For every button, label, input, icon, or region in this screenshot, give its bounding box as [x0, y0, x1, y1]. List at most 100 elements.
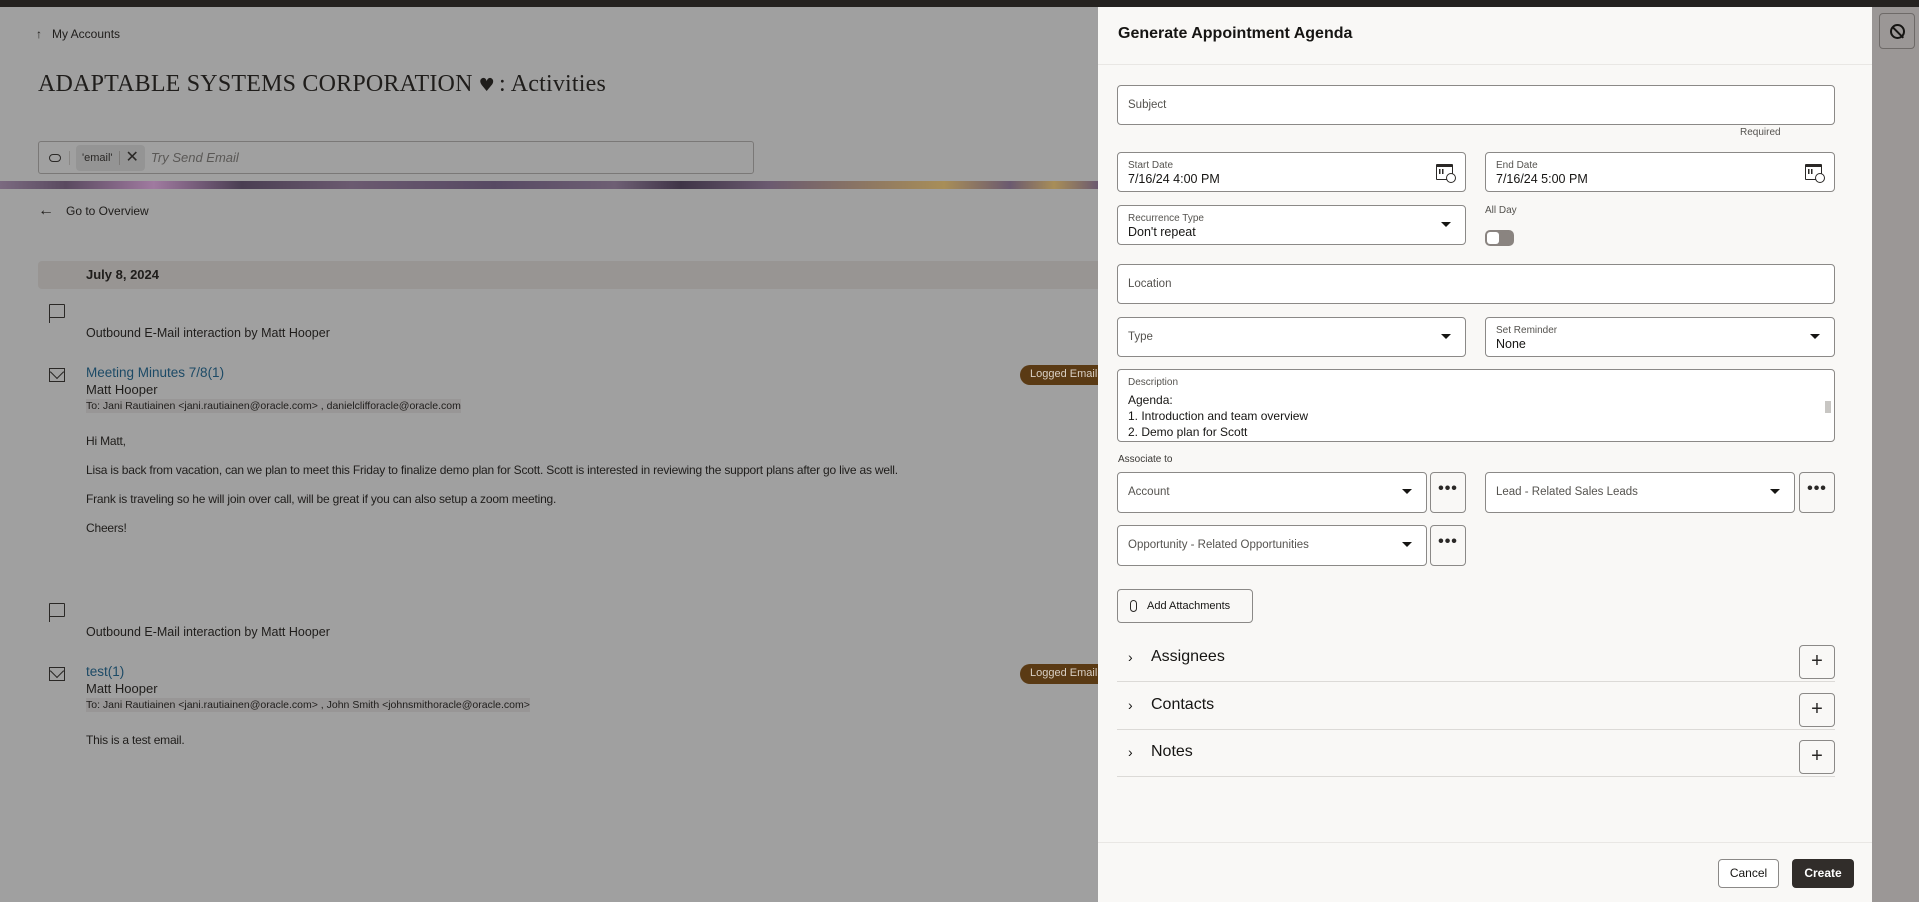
email-body-line: Lisa is back from vacation, can we plan …	[86, 463, 898, 477]
filter-chip-label: 'email'	[82, 151, 113, 164]
opportunity-select[interactable]: Opportunity - Related Opportunities	[1117, 525, 1427, 566]
section-title: Contacts	[1151, 696, 1215, 713]
set-reminder-label: Set Reminder	[1496, 325, 1558, 336]
block-button[interactable]	[1879, 13, 1915, 49]
opportunity-more-button[interactable]: •••	[1430, 525, 1466, 566]
end-date-label: End Date	[1496, 160, 1538, 171]
section-assignees[interactable]: › Assignees +	[1117, 635, 1835, 682]
chevron-down-icon	[1402, 542, 1412, 547]
chevron-right-icon[interactable]: ›	[1128, 649, 1133, 665]
type-select[interactable]: Type	[1117, 317, 1466, 357]
section-contacts[interactable]: › Contacts +	[1117, 683, 1835, 730]
add-attachments-button[interactable]: Add Attachments	[1117, 589, 1253, 623]
end-date-value: 7/16/24 5:00 PM	[1496, 172, 1588, 186]
set-reminder-value: None	[1496, 337, 1526, 351]
create-button[interactable]: Create	[1792, 859, 1854, 888]
end-date-field[interactable]: End Date 7/16/24 5:00 PM	[1485, 152, 1835, 192]
description-textarea[interactable]: Description Agenda: 1. Introduction and …	[1117, 369, 1835, 442]
add-note-button[interactable]: +	[1799, 740, 1835, 774]
email-author: Matt Hooper	[86, 382, 158, 397]
chevron-down-icon	[1441, 334, 1451, 339]
filter-chip: 'email' ✕	[76, 144, 145, 171]
arrow-left-icon: ←	[38, 202, 54, 219]
start-date-field[interactable]: Start Date 7/16/24 4:00 PM	[1117, 152, 1466, 192]
required-hint: Required	[1740, 127, 1781, 138]
account-more-button[interactable]: •••	[1430, 472, 1466, 513]
description-text: Agenda: 1. Introduction and team overvie…	[1128, 392, 1308, 440]
email-subject-link[interactable]: test(1)	[86, 664, 124, 679]
close-icon[interactable]: ✕	[126, 149, 139, 166]
associate-to-label: Associate to	[1118, 454, 1173, 465]
add-attachments-label: Add Attachments	[1147, 600, 1231, 612]
activities-page: ↑ My Accounts ADAPTABLE SYSTEMS CORPORAT…	[0, 7, 1098, 902]
add-assignee-button[interactable]: +	[1799, 645, 1835, 679]
page-title: ADAPTABLE SYSTEMS CORPORATION ♥: Activiti…	[38, 71, 606, 98]
right-strip	[1872, 7, 1919, 902]
section-notes[interactable]: › Notes +	[1117, 730, 1835, 777]
top-bar	[0, 0, 1919, 7]
logged-email-badge: Logged Email	[1020, 365, 1098, 385]
heart-icon[interactable]: ♥	[479, 75, 495, 96]
drawer-header: Generate Appointment Agenda	[1098, 7, 1872, 65]
lead-more-button[interactable]: •••	[1799, 472, 1835, 513]
divider	[118, 150, 120, 165]
account-name: ADAPTABLE SYSTEMS CORPORATION	[38, 71, 473, 97]
location-field[interactable]: Location	[1117, 264, 1835, 304]
subject-field[interactable]: Subject	[1117, 85, 1835, 125]
date-label: July 8, 2024	[86, 267, 159, 282]
chat-icon	[48, 304, 65, 323]
chevron-right-icon[interactable]: ›	[1128, 744, 1133, 760]
mail-icon	[49, 368, 65, 382]
mail-icon	[49, 667, 65, 681]
drawer-title: Generate Appointment Agenda	[1118, 25, 1353, 42]
description-scrollbar[interactable]	[1825, 392, 1831, 434]
search-input[interactable]: Try Send Email	[151, 150, 239, 165]
lead-placeholder: Lead - Related Sales Leads	[1496, 486, 1638, 498]
description-line: 2. Demo plan for Scott	[1128, 425, 1248, 439]
start-date-value: 7/16/24 4:00 PM	[1128, 172, 1220, 186]
email-body-line: Frank is traveling so he will join over …	[86, 492, 557, 506]
account-select[interactable]: Account	[1117, 472, 1427, 513]
cancel-button[interactable]: Cancel	[1718, 859, 1779, 888]
email-body: Hi Matt, Lisa is back from vacation, can…	[86, 434, 898, 550]
go-to-overview-link[interactable]: ← Go to Overview	[38, 203, 149, 219]
set-reminder-select[interactable]: Set Reminder None	[1485, 317, 1835, 357]
email-recipients: To: Jani Rautiainen <jani.rautiainen@ora…	[86, 698, 530, 712]
description-line: Agenda:	[1128, 393, 1173, 407]
start-date-label: Start Date	[1128, 160, 1174, 171]
recurrence-type-label: Recurrence Type	[1128, 213, 1204, 224]
description-line: 1. Introduction and team overview	[1128, 409, 1309, 423]
block-icon	[1890, 24, 1905, 39]
calendar-clock-icon[interactable]	[1436, 164, 1456, 183]
email-recipients: To: Jani Rautiainen <jani.rautiainen@ora…	[86, 399, 461, 413]
recurrence-type-select[interactable]: Recurrence Type Don't repeat	[1117, 205, 1466, 245]
chevron-down-icon	[1810, 334, 1820, 339]
logged-email-badge: Logged Email	[1020, 664, 1098, 684]
breadcrumb-my-accounts[interactable]: ↑ My Accounts	[36, 27, 120, 41]
search-bar[interactable]: 'email' ✕ Try Send Email	[38, 141, 754, 174]
search-mode-icon[interactable]	[49, 153, 61, 162]
interaction-text: Outbound E-Mail interaction by Matt Hoop…	[86, 326, 330, 340]
subject-placeholder: Subject	[1128, 99, 1167, 111]
description-label: Description	[1128, 377, 1179, 388]
breadcrumb-label: My Accounts	[52, 27, 121, 41]
type-placeholder: Type	[1128, 331, 1153, 343]
all-day-toggle[interactable]	[1485, 230, 1514, 246]
email-author: Matt Hooper	[86, 681, 158, 696]
arrow-up-icon: ↑	[36, 27, 42, 41]
add-contact-button[interactable]: +	[1799, 693, 1835, 727]
chevron-down-icon	[1770, 489, 1780, 494]
lead-select[interactable]: Lead - Related Sales Leads	[1485, 472, 1795, 513]
chevron-right-icon[interactable]: ›	[1128, 697, 1133, 713]
email-body-line: This is a test email.	[86, 733, 185, 747]
location-placeholder: Location	[1128, 278, 1172, 290]
go-to-overview-label: Go to Overview	[66, 204, 149, 218]
section-title: Notes	[1151, 743, 1193, 760]
email-subject-link[interactable]: Meeting Minutes 7/8(1)	[86, 365, 224, 380]
chevron-down-icon	[1402, 489, 1412, 494]
calendar-clock-icon[interactable]	[1805, 164, 1825, 183]
scrollbar-thumb[interactable]	[1825, 401, 1831, 413]
email-body-line: Cheers!	[86, 521, 127, 535]
title-suffix: : Activities	[498, 71, 607, 97]
paperclip-icon	[1130, 600, 1137, 612]
